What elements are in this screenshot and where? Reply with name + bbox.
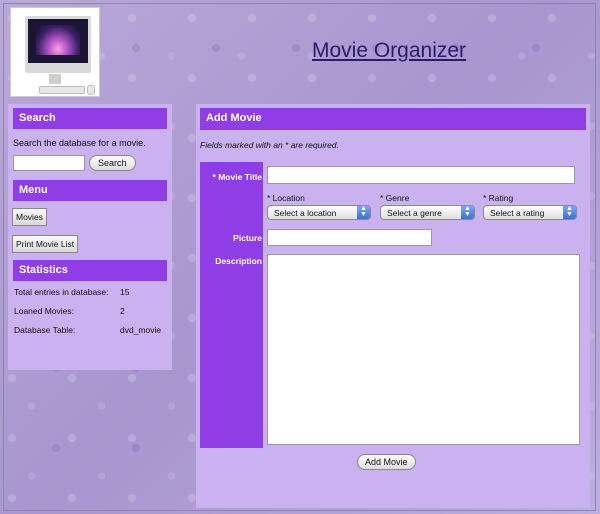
rating-select[interactable]: Select a rating ▲ ▼ [483, 205, 577, 220]
add-movie-heading: Add Movie [200, 108, 586, 130]
description-label: Description [215, 256, 262, 266]
search-row: Search [13, 155, 167, 171]
location-caption: * Location [267, 193, 305, 203]
stat-row: Loaned Movies: 2 [14, 306, 125, 316]
movie-title-input[interactable] [267, 166, 575, 184]
site-logo [10, 7, 100, 97]
search-heading: Search [13, 108, 167, 129]
menu-movies-button[interactable]: Movies [12, 208, 47, 226]
stat-row: Database Table: dvd_movie [14, 325, 162, 335]
menu-print-list-button[interactable]: Print Movie List [12, 235, 79, 253]
mouse-icon [87, 85, 95, 95]
rating-group: * Rating Select a rating ▲ ▼ [483, 193, 577, 220]
stat-row: Total entries in database: 15 [14, 287, 130, 297]
up-down-arrow-icon: ▲ ▼ [461, 205, 474, 219]
add-movie-panel: Add Movie Fields marked with an * are re… [196, 104, 590, 508]
movie-title-label: * Movie Title [212, 172, 262, 182]
up-down-arrow-icon: ▲ ▼ [357, 205, 370, 219]
statistics-list: Total entries in database: 15 Loaned Mov… [14, 287, 167, 335]
sidebar: Search Search the database for a movie. … [8, 104, 172, 370]
genre-select[interactable]: Select a genre ▲ ▼ [380, 205, 475, 220]
keyboard-icon [39, 86, 85, 94]
rating-caption: * Rating [483, 193, 514, 203]
site-title-link[interactable]: Movie Organizer [312, 39, 466, 63]
search-description: Search the database for a movie. [13, 138, 146, 148]
picture-input[interactable] [267, 229, 432, 246]
location-group: * Location Select a location ▲ ▼ [267, 193, 371, 220]
genre-group: * Genre Select a genre ▲ ▼ [380, 193, 475, 220]
imac-screen-icon [25, 16, 91, 73]
menu-heading: Menu [13, 180, 167, 201]
add-movie-button[interactable]: Add Movie [357, 454, 416, 470]
search-input[interactable] [13, 155, 85, 171]
picture-label: Picture [233, 233, 262, 243]
search-button[interactable]: Search [89, 155, 136, 171]
required-note: Fields marked with an * are required. [200, 140, 339, 150]
form-label-column [200, 162, 263, 448]
genre-caption: * Genre [380, 193, 410, 203]
location-select[interactable]: Select a location ▲ ▼ [267, 205, 371, 220]
up-down-arrow-icon: ▲ ▼ [563, 205, 576, 219]
description-textarea[interactable] [267, 254, 580, 445]
statistics-heading: Statistics [13, 260, 167, 281]
